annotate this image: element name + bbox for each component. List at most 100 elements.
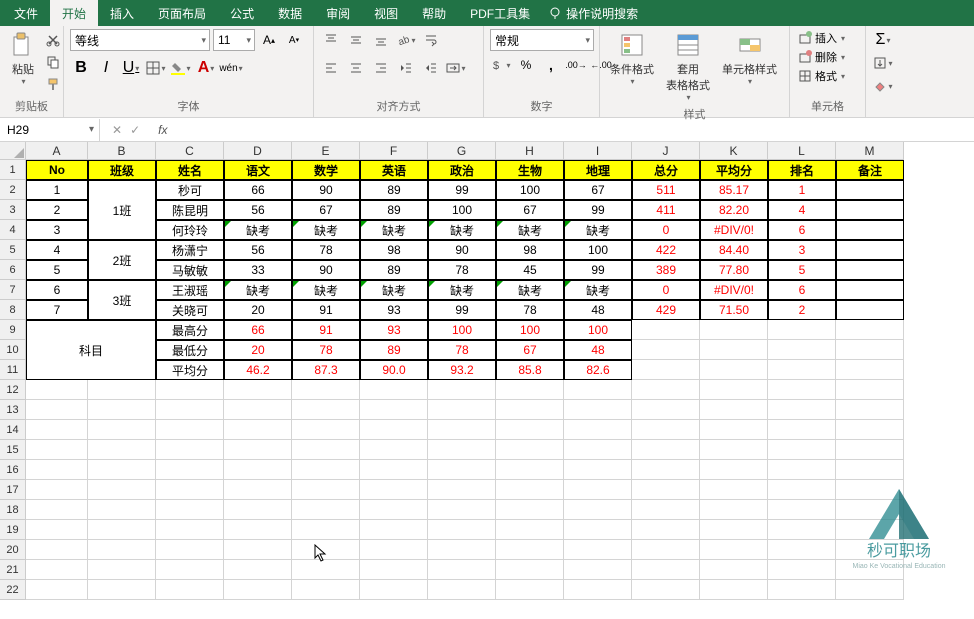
- cell[interactable]: [836, 460, 904, 480]
- cell[interactable]: [360, 460, 428, 480]
- menu-tab-4[interactable]: 公式: [218, 0, 266, 26]
- row-header[interactable]: 19: [0, 520, 26, 540]
- cell[interactable]: 56: [224, 240, 292, 260]
- menu-tab-0[interactable]: 文件: [2, 0, 50, 26]
- cell[interactable]: 89: [360, 340, 428, 360]
- cell[interactable]: [88, 520, 156, 540]
- col-header[interactable]: F: [360, 142, 428, 160]
- cell[interactable]: [88, 440, 156, 460]
- cell[interactable]: [156, 420, 224, 440]
- cell[interactable]: [496, 520, 564, 540]
- col-header[interactable]: J: [632, 142, 700, 160]
- cell[interactable]: [292, 560, 360, 580]
- cell[interactable]: 缺考: [428, 280, 496, 300]
- cell[interactable]: 67: [496, 340, 564, 360]
- cell[interactable]: [768, 520, 836, 540]
- cell[interactable]: [564, 420, 632, 440]
- col-header[interactable]: I: [564, 142, 632, 160]
- phonetic-button[interactable]: wén▾: [220, 57, 242, 79]
- cell[interactable]: [292, 580, 360, 600]
- border-button[interactable]: ▾: [145, 57, 167, 79]
- cell[interactable]: 英语: [360, 160, 428, 180]
- cell[interactable]: [564, 520, 632, 540]
- font-size-select[interactable]: 11: [213, 29, 255, 51]
- italic-button[interactable]: I: [95, 57, 117, 79]
- cell[interactable]: [428, 580, 496, 600]
- cell[interactable]: [836, 260, 904, 280]
- cell[interactable]: [292, 460, 360, 480]
- cell[interactable]: 政治: [428, 160, 496, 180]
- cell[interactable]: [700, 500, 768, 520]
- cell[interactable]: 马敏敏: [156, 260, 224, 280]
- cell[interactable]: 3: [26, 220, 88, 240]
- cell[interactable]: [224, 480, 292, 500]
- cell[interactable]: [88, 400, 156, 420]
- underline-button[interactable]: U▾: [120, 57, 142, 79]
- cell[interactable]: [768, 380, 836, 400]
- cell[interactable]: [768, 340, 836, 360]
- cell[interactable]: [224, 540, 292, 560]
- cell[interactable]: 100: [496, 320, 564, 340]
- cell[interactable]: [564, 400, 632, 420]
- cell[interactable]: [836, 340, 904, 360]
- cell[interactable]: 5: [26, 260, 88, 280]
- col-header[interactable]: L: [768, 142, 836, 160]
- cell[interactable]: 缺考: [428, 220, 496, 240]
- cell[interactable]: [632, 480, 700, 500]
- autosum-button[interactable]: Σ▾: [872, 29, 894, 51]
- cell[interactable]: 缺考: [292, 220, 360, 240]
- align-bottom-button[interactable]: [370, 29, 392, 51]
- cell[interactable]: [836, 480, 904, 500]
- row-header[interactable]: 20: [0, 540, 26, 560]
- menu-tab-2[interactable]: 插入: [98, 0, 146, 26]
- cell[interactable]: [156, 540, 224, 560]
- cell[interactable]: [292, 500, 360, 520]
- cell[interactable]: [700, 540, 768, 560]
- cell[interactable]: [836, 520, 904, 540]
- comma-button[interactable]: ,: [540, 54, 562, 76]
- cell[interactable]: 56: [224, 200, 292, 220]
- cell[interactable]: [156, 460, 224, 480]
- decrease-indent-button[interactable]: [395, 57, 417, 79]
- row-header[interactable]: 14: [0, 420, 26, 440]
- cell[interactable]: 关晓可: [156, 300, 224, 320]
- cell[interactable]: [88, 500, 156, 520]
- cell[interactable]: [768, 480, 836, 500]
- cell[interactable]: 93.2: [428, 360, 496, 380]
- cell[interactable]: [88, 540, 156, 560]
- cell[interactable]: 姓名: [156, 160, 224, 180]
- increase-font-button[interactable]: A▴: [258, 29, 280, 51]
- paste-button[interactable]: 粘贴▾: [6, 29, 40, 88]
- cell[interactable]: 91: [292, 320, 360, 340]
- name-box[interactable]: H29: [2, 119, 84, 141]
- percent-button[interactable]: %: [515, 54, 537, 76]
- col-header[interactable]: H: [496, 142, 564, 160]
- cell[interactable]: [292, 380, 360, 400]
- cell[interactable]: [224, 400, 292, 420]
- row-header[interactable]: 10: [0, 340, 26, 360]
- cell[interactable]: 93: [360, 320, 428, 340]
- cell[interactable]: 77.80: [700, 260, 768, 280]
- cell[interactable]: 生物: [496, 160, 564, 180]
- cell[interactable]: [26, 380, 88, 400]
- cell[interactable]: [224, 580, 292, 600]
- cell[interactable]: [836, 300, 904, 320]
- tell-me-search[interactable]: 操作说明搜索: [548, 5, 638, 22]
- cell[interactable]: 78: [428, 260, 496, 280]
- fill-button[interactable]: ▾: [872, 52, 894, 74]
- cell[interactable]: [496, 580, 564, 600]
- cell[interactable]: 90: [428, 240, 496, 260]
- cell[interactable]: 78: [292, 240, 360, 260]
- row-header[interactable]: 12: [0, 380, 26, 400]
- cell[interactable]: #DIV/0!: [700, 220, 768, 240]
- cell[interactable]: 2: [26, 200, 88, 220]
- cell[interactable]: [292, 440, 360, 460]
- col-header[interactable]: K: [700, 142, 768, 160]
- cell[interactable]: 78: [292, 340, 360, 360]
- cell[interactable]: [496, 480, 564, 500]
- cell[interactable]: [224, 380, 292, 400]
- cell[interactable]: [496, 460, 564, 480]
- cell[interactable]: [496, 380, 564, 400]
- cell[interactable]: [836, 580, 904, 600]
- cell[interactable]: [428, 540, 496, 560]
